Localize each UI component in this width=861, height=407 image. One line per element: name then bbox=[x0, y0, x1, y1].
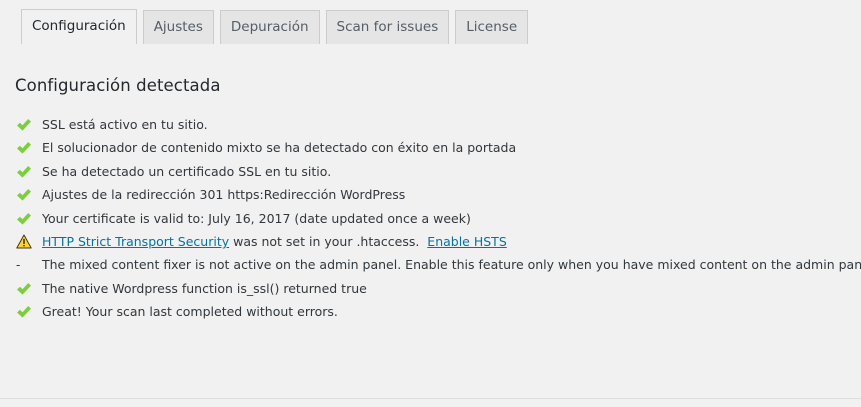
check-row-valid-to: Your certificate is valid to: July 16, 2… bbox=[16, 208, 856, 231]
check-text: SSL está activo en tu sitio. bbox=[42, 117, 208, 132]
hsts-info-link[interactable]: HTTP Strict Transport Security bbox=[42, 234, 229, 249]
check-row-certificate: Se ha detectado un certificado SSL en tu… bbox=[16, 161, 856, 184]
check-icon bbox=[16, 186, 34, 204]
check-row-ssl-active: SSL está activo en tu sitio. bbox=[16, 114, 856, 137]
section-title: Configuración detectada bbox=[15, 76, 221, 95]
check-text: The mixed content fixer is not active on… bbox=[42, 257, 861, 273]
check-row-is-ssl: The native Wordpress function is_ssl() r… bbox=[16, 278, 856, 301]
check-text: The native Wordpress function is_ssl() r… bbox=[42, 280, 367, 296]
tab-ajustes[interactable]: Ajustes bbox=[142, 10, 214, 44]
check-row-hsts: HTTP Strict Transport Security was not s… bbox=[16, 231, 856, 254]
check-icon bbox=[16, 303, 34, 321]
check-text: Great! Your scan last completed without … bbox=[42, 304, 338, 320]
check-text: Ajustes de la redirección 301 https:Redi… bbox=[42, 187, 406, 203]
check-text: El solucionador de contenido mixto se ha… bbox=[42, 140, 517, 156]
check-icon bbox=[16, 280, 34, 298]
enable-hsts-link[interactable]: Enable HSTS bbox=[427, 234, 506, 249]
check-icon bbox=[16, 116, 34, 134]
warning-icon bbox=[16, 233, 34, 251]
check-row-mixed-content: El solucionador de contenido mixto se ha… bbox=[16, 137, 856, 160]
tab-depuracion[interactable]: Depuración bbox=[219, 10, 320, 44]
check-icon bbox=[16, 210, 34, 228]
dash-marker: - bbox=[16, 258, 21, 273]
check-icon bbox=[16, 139, 34, 157]
tab-license[interactable]: License bbox=[455, 10, 529, 44]
settings-tabs: Configuración Ajustes Depuración Scan fo… bbox=[21, 9, 534, 44]
check-row-scan: Great! Your scan last completed without … bbox=[16, 301, 856, 324]
check-text: Se ha detectado un certificado SSL en tu… bbox=[42, 163, 332, 179]
footer-divider bbox=[0, 398, 861, 399]
check-text: Your certificate is valid to: July 16, 2… bbox=[42, 210, 471, 226]
check-icon bbox=[16, 163, 34, 181]
hsts-message: was not set in your .htaccess. bbox=[229, 233, 420, 249]
tab-scan-for-issues[interactable]: Scan for issues bbox=[325, 10, 450, 44]
check-row-admin-mixed-content: - The mixed content fixer is not active … bbox=[16, 254, 861, 277]
detected-configuration-list: SSL está activo en tu sitio. El solucion… bbox=[16, 114, 861, 325]
check-row-redirect: Ajustes de la redirección 301 https:Redi… bbox=[16, 184, 856, 207]
tab-configuracion[interactable]: Configuración bbox=[21, 9, 137, 44]
